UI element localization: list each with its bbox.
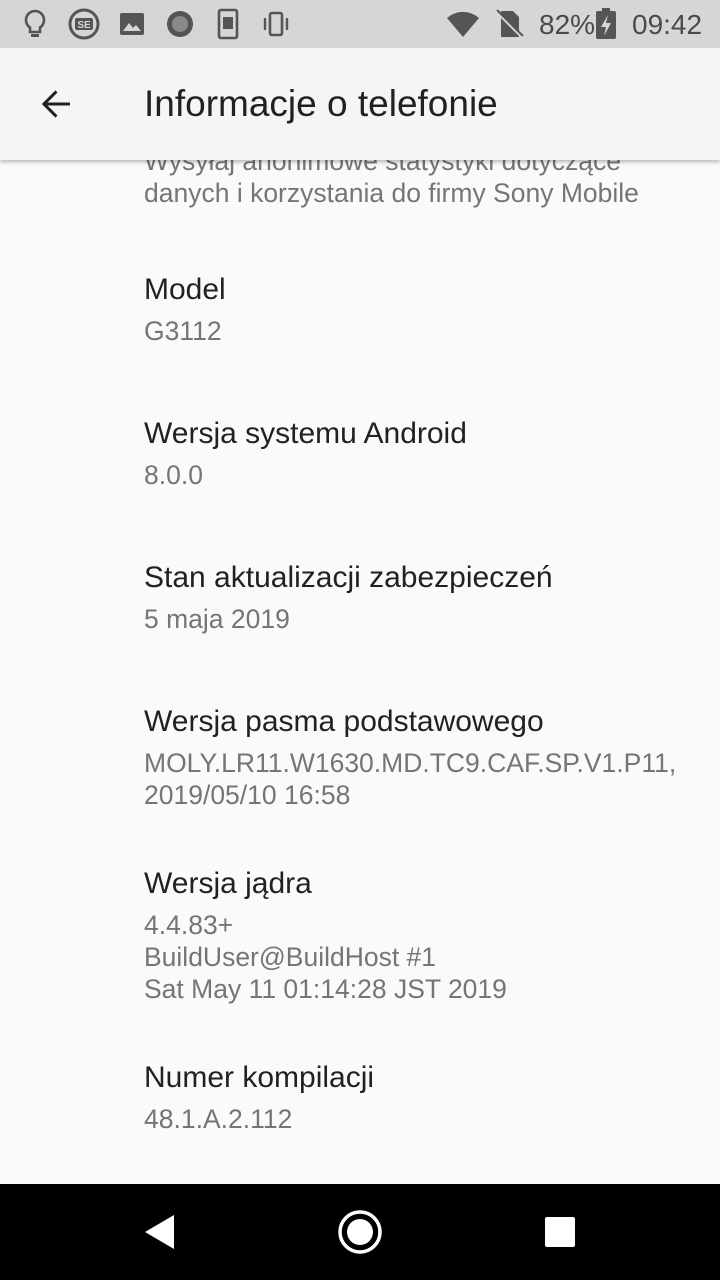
image-icon [115,7,149,41]
nav-recents-button[interactable] [528,1200,592,1264]
phone-file-icon [211,7,245,41]
arrow-back-icon [36,84,76,124]
pref-summary: 48.1.A.2.112 [144,1104,293,1134]
battery-percent: 82% [539,9,596,40]
navigation-bar [0,1184,720,1280]
phone-vibrate-icon [259,7,293,41]
nav-home-button[interactable] [328,1200,392,1264]
list-item-usage-statistics[interactable]: Wysyłaj anonimowe statystyki dotyczące d… [0,160,720,209]
lightbulb-icon [18,7,52,41]
pref-title: Wersja systemu Android [144,417,467,450]
pref-title: Stan aktualizacji zabezpieczeń [144,561,553,594]
pref-summary: 8.0.0 [144,460,203,490]
back-triangle-icon [140,1212,180,1252]
recents-square-icon [543,1215,577,1249]
battery-charging-icon [594,7,618,41]
phone-screen: SE 82% 09:42 Informacje o telefonie Wysy… [0,0,720,1280]
back-button[interactable] [24,72,88,136]
pref-title: Wersja pasma podstawowego [144,705,544,738]
svg-text:SE: SE [77,20,91,31]
pref-title: Wersja jądra [144,867,312,900]
list-item-kernel-version[interactable]: Wersja jądra 4.4.83+ BuildUser@BuildHost… [0,866,720,1005]
list-item-build-number[interactable]: Numer kompilacji 48.1.A.2.112 [0,1060,720,1135]
list-item-security-patch[interactable]: Stan aktualizacji zabezpieczeń 5 maja 20… [0,560,720,635]
app-bar: Informacje o telefonie [0,48,720,160]
home-circle-icon [336,1208,384,1256]
pref-title: Model [144,273,226,306]
list-item-baseband-version[interactable]: Wersja pasma podstawowego MOLY.LR11.W163… [0,704,720,811]
se-app-icon: SE [67,7,101,41]
nav-back-button[interactable] [128,1200,192,1264]
wifi-icon [446,7,480,41]
circle-record-icon [163,7,197,41]
pref-summary: 5 maja 2019 [144,604,290,634]
pref-summary: G3112 [144,316,222,346]
list-item-model[interactable]: Model G3112 [0,272,720,347]
status-bar: SE 82% 09:42 [0,0,720,48]
pref-title: Numer kompilacji [144,1061,375,1094]
pref-summary: Wysyłaj anonimowe statystyki dotyczące d… [144,160,639,208]
page-title: Informacje o telefonie [144,83,498,124]
list-item-android-version[interactable]: Wersja systemu Android 8.0.0 [0,416,720,491]
pref-summary: MOLY.LR11.W1630.MD.TC9.CAF.SP.V1.P11, 20… [144,748,677,810]
status-clock: 09:42 [632,9,703,40]
no-sim-icon [492,7,526,41]
pref-summary: 4.4.83+ BuildUser@BuildHost #1 Sat May 1… [144,910,507,1004]
settings-list[interactable]: Wysyłaj anonimowe statystyki dotyczące d… [0,160,720,1184]
